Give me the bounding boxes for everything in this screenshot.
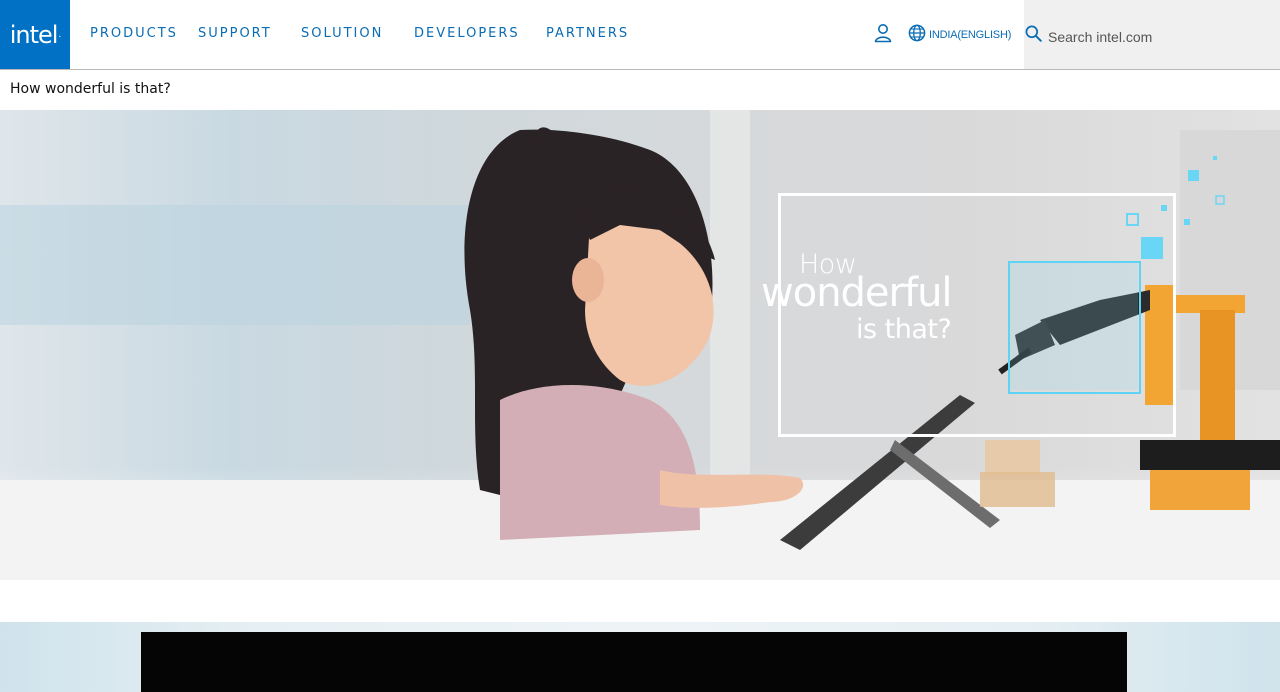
intel-logo[interactable]: intel. — [0, 0, 70, 69]
hero-headline-line2: wonderful — [761, 270, 953, 316]
nav-partners[interactable]: PARTNERS — [546, 26, 629, 41]
logo-text: intel — [9, 20, 59, 49]
globe-icon[interactable] — [908, 24, 926, 42]
nav-developers[interactable]: DEVELOPERS — [414, 26, 520, 41]
user-icon[interactable] — [874, 23, 892, 43]
nav-support[interactable]: SUPPORT — [198, 26, 272, 41]
hero-banner[interactable]: How wonderful is that? — [0, 110, 1280, 580]
top-navigation-bar: intel. PRODUCTS SUPPORT SOLUTION DEVELOP… — [0, 0, 1280, 70]
hero-headline-line3: is that? — [856, 314, 952, 345]
video-player[interactable] — [141, 632, 1127, 692]
nav-products[interactable]: PRODUCTS — [90, 26, 178, 41]
nav-solution[interactable]: SOLUTION — [301, 26, 383, 41]
search-box — [1024, 0, 1280, 69]
search-icon[interactable] — [1025, 25, 1042, 42]
page-title: How wonderful is that? — [10, 81, 171, 97]
search-input[interactable] — [1048, 25, 1268, 49]
locale-selector[interactable]: INDIA(ENGLISH) — [929, 29, 1011, 41]
hero-accent-box — [1008, 261, 1141, 394]
